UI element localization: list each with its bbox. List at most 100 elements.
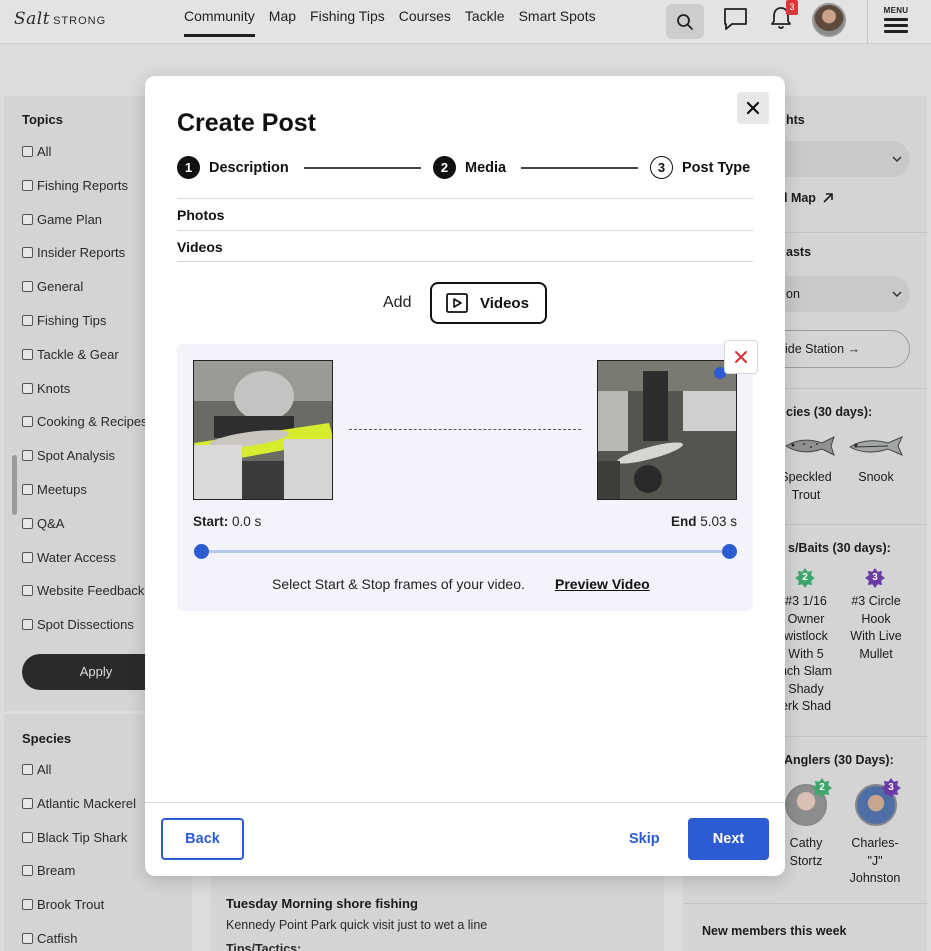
modal-footer-divider [145,802,785,803]
species-checkbox[interactable]: All [22,762,136,796]
checkbox-icon [22,348,33,360]
checkbox-icon [22,247,33,259]
angler-name-1[interactable]: Cathy Stortz [776,835,836,870]
snook-icon[interactable] [848,434,904,458]
topic-checkbox[interactable]: Insider Reports [22,245,148,279]
preview-video-link[interactable]: Preview Video [555,576,650,592]
nav-link-map[interactable]: Map [262,8,303,34]
nav-link-fishing-tips[interactable]: Fishing Tips [303,8,392,34]
smart-spots-heading: hts [786,113,805,127]
menu-button[interactable]: MENU [882,6,910,33]
species-checkbox[interactable]: Black Tip Shark [22,830,136,864]
create-post-modal: Create Post 1 Description 2 Media 3 Post… [145,76,785,876]
topic-checkbox[interactable]: Cooking & Recipes [22,414,148,448]
checkbox-icon [22,517,33,529]
checkbox-icon [22,619,33,631]
frames-connector [349,429,581,430]
skip-button[interactable]: Skip [629,831,660,847]
step-label: Media [465,159,507,176]
close-icon [735,351,747,363]
video-play-icon [446,293,468,313]
trim-range-track[interactable] [201,550,729,553]
topics-list: All Fishing Reports Game Plan Insider Re… [22,144,148,651]
species-list: All Atlantic Mackerel Black Tip Shark Br… [22,762,136,951]
checkbox-icon [22,314,33,326]
topic-checkbox[interactable]: Water Access [22,550,148,584]
species-name-snook[interactable]: Snook [848,469,904,487]
chevron-down-icon [892,156,902,163]
close-icon [746,101,760,115]
rank-badge-3: 3 [881,778,901,798]
speckled-trout-icon[interactable] [784,434,836,458]
topic-checkbox[interactable]: General [22,279,148,313]
species-checkbox[interactable]: Bream [22,863,136,897]
forecasts-heading: asts [786,245,812,259]
trim-helper-text: Select Start & Stop frames of your video… [272,576,525,592]
checkbox-icon [22,483,33,495]
rank-badge-2: 2 [795,568,815,588]
salt-strong-logo[interactable]: Salt STRONG [14,9,106,29]
search-button[interactable] [666,4,704,39]
checkbox-icon [22,146,33,157]
post-tips-label: Tips/Tactics: [226,942,302,951]
topic-checkbox[interactable]: Tackle & Gear [22,347,148,381]
species-checkbox[interactable]: Atlantic Mackerel [22,796,136,830]
post-title[interactable]: Tuesday Morning shore fishing [226,896,418,911]
nav-link-community[interactable]: Community [184,8,262,37]
topic-checkbox[interactable]: Knots [22,381,148,415]
feed-post-card[interactable] [211,876,664,951]
topic-checkbox[interactable]: All [22,144,148,178]
station-select-value: on [786,287,800,301]
topic-checkbox[interactable]: Meetups [22,482,148,516]
topic-checkbox[interactable]: Website Feedback [22,583,148,617]
species-checkbox[interactable]: Brook Trout [22,897,136,931]
top-lures-heading: s/Baits (30 days): [788,541,891,555]
nav-link-smart-spots[interactable]: Smart Spots [512,8,603,34]
post-text: Kennedy Point Park quick visit just to w… [226,918,488,932]
top-anglers-heading: Anglers (30 Days): [784,753,894,767]
topic-checkbox[interactable]: Spot Analysis [22,448,148,482]
nav-link-tackle[interactable]: Tackle [458,8,512,34]
videos-section[interactable]: Videos [177,230,753,262]
topics-heading: Topics [22,112,63,127]
trim-end-handle[interactable] [721,544,737,559]
checkbox-icon [22,831,33,843]
add-videos-button[interactable]: Videos [430,282,547,324]
user-avatar[interactable] [812,3,846,37]
trim-start-handle[interactable] [193,544,209,559]
checkbox-icon [22,932,33,944]
checkbox-icon [22,179,33,191]
topic-checkbox[interactable]: Game Plan [22,212,148,246]
angler-name-2[interactable]: Charles- "J" Johnston [842,835,908,888]
topic-checkbox[interactable]: Fishing Tips [22,313,148,347]
checkbox-icon [22,213,33,225]
end-frame-thumbnail[interactable] [597,360,737,500]
menu-label: MENU [883,6,909,15]
stepper-connector [304,167,421,169]
messages-button[interactable] [723,7,748,36]
remove-video-button[interactable] [724,340,758,374]
modal-title: Create Post [177,109,316,137]
next-button[interactable]: Next [688,818,769,860]
sidebar-divider [683,903,927,904]
topic-checkbox[interactable]: Spot Dissections [22,617,148,651]
main-nav-links: Community Map Fishing Tips Courses Tackl… [184,8,603,37]
back-button[interactable]: Back [161,818,244,860]
checkbox-icon [22,764,33,775]
start-frame-thumbnail[interactable] [193,360,333,500]
lure-name-2[interactable]: #3 Circle Hook With Live Mullet [842,593,910,663]
close-modal-button[interactable] [737,92,769,124]
photos-section[interactable]: Photos [177,198,753,230]
sidebar-scrollbar[interactable] [12,455,17,515]
topic-checkbox[interactable]: Q&A [22,516,148,550]
nav-link-courses[interactable]: Courses [392,8,458,34]
topic-checkbox[interactable]: Fishing Reports [22,178,148,212]
add-videos-label: Videos [480,294,529,312]
step-media[interactable]: 2 Media [433,156,506,179]
step-description[interactable]: 1 Description [177,156,289,179]
species-checkbox[interactable]: Catfish [22,931,136,951]
step-post-type[interactable]: 3 Post Type [650,156,750,179]
full-map-link[interactable]: l Map [784,191,834,205]
video-trimmer: Start: 0.0 s End 5.03 s Select Start & S… [177,340,758,611]
step-number: 1 [177,156,200,179]
